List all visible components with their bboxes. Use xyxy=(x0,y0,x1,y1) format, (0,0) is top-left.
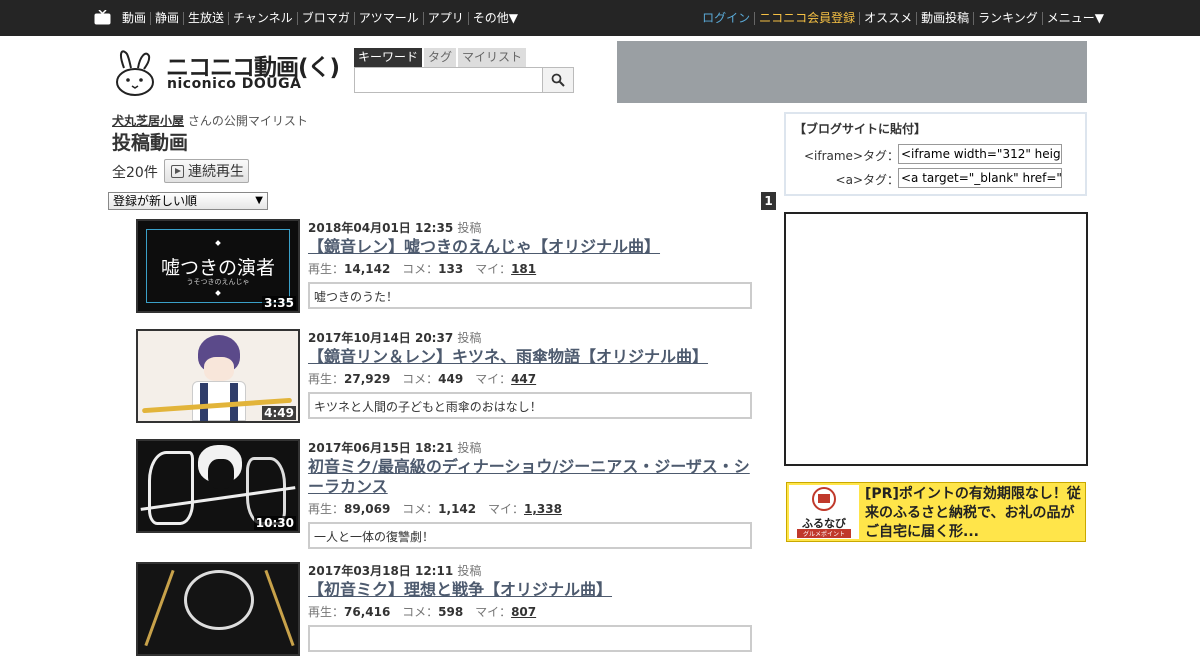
nav-others-dropdown[interactable]: その他▼ xyxy=(467,11,522,25)
search-button[interactable] xyxy=(542,67,574,93)
sort-selected-value: 登録が新しい順 xyxy=(113,194,198,208)
comment-count: 133 xyxy=(438,262,464,276)
thumbnail-subtitle-text: うそつきのえんじゃ xyxy=(186,278,250,286)
view-count: 27,929 xyxy=(344,372,391,386)
view-count: 76,416 xyxy=(344,605,391,619)
continuous-play-button[interactable]: 連続再生 xyxy=(164,159,249,183)
sort-select[interactable]: 登録が新しい順 ▼ xyxy=(108,192,268,210)
blog-embed-panel: 【ブログサイトに貼付】 <iframe>タグ： <iframe width="3… xyxy=(784,112,1087,196)
service-nav: 動画 静画 生放送 チャンネル ブロマガ アツマール アプリ その他▼ xyxy=(118,0,522,36)
mylist-owner-line: 犬丸芝居小屋 さんの公開マイリスト xyxy=(112,112,308,129)
page-number[interactable]: 1 xyxy=(761,192,776,210)
page-title: 投稿動画 xyxy=(112,132,189,154)
register-link[interactable]: ニコニコ会員登録 xyxy=(754,11,859,25)
nav-douga[interactable]: 動画 xyxy=(118,11,150,25)
nav-seiga[interactable]: 静画 xyxy=(150,11,183,25)
nav-channel[interactable]: チャンネル xyxy=(228,11,297,25)
video-description xyxy=(308,625,752,652)
user-nav: ログイン ニコニコ会員登録 オススメ 動画投稿 ランキング メニュー▼ xyxy=(698,0,1108,36)
owner-name-link[interactable]: 犬丸芝居小屋 xyxy=(112,114,184,128)
iframe-tag-label: <iframe>タグ： xyxy=(803,149,899,163)
video-thumbnail[interactable] xyxy=(136,562,300,656)
furunavi-logo-subtext: グルメポイント xyxy=(797,529,851,538)
tab-tag[interactable]: タグ xyxy=(424,48,457,67)
video-description: キツネと人間の子どもと雨傘のおはなし！ xyxy=(308,392,752,419)
post-date: 2018年04月01日 12:35 投稿 xyxy=(308,221,482,235)
search-icon xyxy=(551,73,565,87)
niconico-tv-icon[interactable] xyxy=(94,10,111,25)
search-input[interactable] xyxy=(354,67,543,93)
comment-count: 1,142 xyxy=(438,502,477,516)
video-length: 3:35 xyxy=(262,296,296,310)
video-stats: 再生：14,142 コメ：133 マイ：181 xyxy=(308,262,537,276)
pr-text: [PR]ポイントの有効期限なし！従来のふるさと納税で、お礼の品がご自宅に届く形.… xyxy=(865,486,1081,540)
video-stats: 再生：76,416 コメ：598 マイ：807 xyxy=(308,605,537,619)
ranking-link[interactable]: ランキング xyxy=(973,11,1042,25)
post-date: 2017年03月18日 12:11 投稿 xyxy=(308,564,482,578)
sidebar-ad[interactable] xyxy=(784,212,1088,466)
dropdown-arrow-icon: ▼ xyxy=(255,195,263,206)
view-count: 14,142 xyxy=(344,262,391,276)
nav-blomaga[interactable]: ブロマガ xyxy=(296,11,354,25)
video-stats: 再生：89,069 コメ：1,142 マイ：1,338 xyxy=(308,502,562,516)
embed-panel-title: 【ブログサイトに貼付】 xyxy=(794,122,927,136)
mylist-count-link[interactable]: 1,338 xyxy=(524,502,562,516)
nav-atsumaru[interactable]: アツマール xyxy=(353,11,423,25)
a-tag-field[interactable]: <a target="_blank" href="https xyxy=(898,168,1062,188)
iframe-tag-field[interactable]: <iframe width="312" height="1 xyxy=(898,144,1062,164)
video-title-link[interactable]: 【鏡音リン＆レン】キツネ、雨傘物語【オリジナル曲】 xyxy=(308,347,752,367)
tab-keyword[interactable]: キーワード xyxy=(354,48,423,67)
mylist-count-link[interactable]: 447 xyxy=(511,372,536,386)
video-length: 10:30 xyxy=(253,516,296,530)
video-stats: 再生：27,929 コメ：449 マイ：447 xyxy=(308,372,537,386)
upload-link[interactable]: 動画投稿 xyxy=(916,11,973,25)
post-date: 2017年06月15日 18:21 投稿 xyxy=(308,441,482,455)
nav-app[interactable]: アプリ xyxy=(422,11,468,25)
thumbnail-title-text: 嘘つきの演者 xyxy=(160,257,275,279)
owner-suffix: さんの公開マイリスト xyxy=(187,114,308,128)
recommend-link[interactable]: オススメ xyxy=(859,11,916,25)
video-count: 全20件 xyxy=(112,165,158,181)
rabbit-mascot-icon xyxy=(116,50,154,96)
video-title-link[interactable]: 【初音ミク】理想と戦争【オリジナル曲】 xyxy=(308,580,752,600)
search-type-tabs: キーワード タグ マイリスト xyxy=(354,48,528,67)
video-description: 一人と一体の復讐劇！ xyxy=(308,522,752,549)
logo-suffix-text: (く) xyxy=(298,55,340,81)
pr-banner[interactable]: ふるなび グルメポイント [PR]ポイントの有効期限なし！従来のふるさと納税で、… xyxy=(786,482,1086,542)
niconico-douga-logo[interactable]: ニコニコ動画(く) niconico DOUGA xyxy=(114,46,350,98)
comment-count: 598 xyxy=(438,605,464,619)
video-title-link[interactable]: 初音ミク/最高級のディナーショウ/ジーニアス・ジーザス・シーラカンス xyxy=(308,457,752,497)
comment-count: 449 xyxy=(438,372,464,386)
video-thumbnail[interactable]: 10:30 xyxy=(136,439,300,533)
video-title-link[interactable]: 【鏡音レン】嘘つきのえんじゃ【オリジナル曲】 xyxy=(308,237,752,257)
a-tag-label: <a>タグ： xyxy=(835,173,899,187)
continuous-play-label: 連続再生 xyxy=(188,164,244,180)
nav-live[interactable]: 生放送 xyxy=(183,11,228,25)
video-thumbnail[interactable]: 4:49 xyxy=(136,329,300,423)
header-ad-banner[interactable] xyxy=(617,41,1087,103)
menu-dropdown[interactable]: メニュー▼ xyxy=(1041,11,1108,25)
view-count: 89,069 xyxy=(344,502,391,516)
post-date: 2017年10月14日 20:37 投稿 xyxy=(308,331,482,345)
furunavi-logo: ふるなび グルメポイント xyxy=(789,485,859,539)
play-icon xyxy=(171,164,184,178)
video-length: 4:49 xyxy=(262,406,296,420)
global-nav-bar: 動画 静画 生放送 チャンネル ブロマガ アツマール アプリ その他▼ ログイン… xyxy=(0,0,1200,36)
tab-mylist[interactable]: マイリスト xyxy=(458,48,527,67)
mylist-count-link[interactable]: 807 xyxy=(511,605,536,619)
logo-sub-text: niconico DOUGA xyxy=(167,76,302,92)
video-thumbnail[interactable]: 嘘つきの演者 うそつきのえんじゃ 3:35 xyxy=(136,219,300,313)
login-link[interactable]: ログイン xyxy=(698,11,754,25)
mylist-count-link[interactable]: 181 xyxy=(511,262,536,276)
video-description: 嘘つきのうた！ xyxy=(308,282,752,309)
